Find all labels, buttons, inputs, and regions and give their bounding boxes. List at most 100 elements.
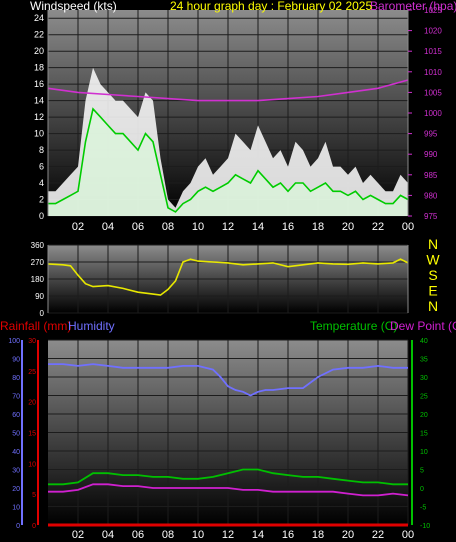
direction-ticks: 0 90 180 270 360 [31, 241, 45, 318]
wind-left-tick-label: 2 [39, 195, 44, 205]
climate-x-tick-label: 20 [342, 529, 354, 541]
barometer-tick-label: 1020 [424, 27, 442, 36]
climate-x-tick-label: 08 [162, 529, 174, 541]
barometer-tick-label: 980 [424, 191, 438, 200]
rainfall-label: Rainfall (mm) [0, 319, 71, 333]
humidity-tick-label: 0 [16, 523, 20, 530]
climate-x-tick-label: 02 [72, 529, 84, 541]
temperature-ticks: -10 -5 0 5 10 15 20 25 30 35 40 [420, 338, 430, 530]
temperature-tick-label: -10 [420, 523, 430, 530]
compass-label: E [428, 283, 437, 299]
humidity-tick-label: 40 [12, 449, 20, 456]
wind-left-tick-label: 4 [39, 178, 44, 188]
wind-left-tick-label: 16 [34, 79, 44, 89]
temperature-tick-label: 35 [420, 357, 428, 364]
compass-label: S [428, 267, 437, 283]
temperature-label: Temperature (C) [310, 319, 397, 333]
climate-x-tick-label: 12 [222, 529, 234, 541]
barometer-axis-label: Barometer (hpa) [370, 0, 456, 13]
climate-x-tick-label: 06 [132, 529, 144, 541]
wind-left-ticks: 024681012141618202224 [34, 13, 44, 221]
climate-x-tick-label: 18 [312, 529, 324, 541]
climate-x-tick-label: 16 [282, 529, 294, 541]
wind-right-ticks: 975980985990995100010051010101510201025 [408, 6, 442, 221]
climate-panel: 0102030405060708090100 051015202530 -10-… [0, 319, 456, 541]
wind-x-tick-label: 12 [222, 221, 234, 233]
wind-x-tick-label: 18 [312, 221, 324, 233]
rainfall-tick-label: 0 [32, 523, 36, 530]
barometer-tick-label: 975 [424, 212, 438, 221]
direction-tick-label: 90 [35, 292, 44, 301]
compass-label: W [426, 252, 440, 268]
humidity-tick-label: 50 [12, 431, 20, 438]
dewpoint-label: Dew Point (C) [390, 319, 456, 333]
weather-graph: 024681012141618202224 975980985990995100… [0, 0, 456, 541]
rainfall-tick-label: 20 [28, 400, 36, 407]
wind-x-ticks: 02 04 06 08 10 12 14 16 18 20 22 00 [72, 221, 414, 233]
wind-left-tick-label: 18 [34, 63, 44, 73]
humidity-tick-label: 80 [12, 375, 20, 382]
wind-left-tick-label: 8 [39, 145, 44, 155]
humidity-ticks: 0 10 20 30 40 50 60 70 80 90 100 [8, 338, 20, 530]
compass-labels: NWSEN [426, 236, 440, 314]
temperature-tick-label: 5 [420, 468, 424, 475]
rainfall-ticks: 0 5 10 15 20 25 30 [28, 338, 36, 530]
direction-tick-label: 360 [31, 241, 45, 250]
rainfall-tick-label: 15 [28, 431, 36, 438]
wind-left-tick-label: 0 [39, 211, 44, 221]
wind-x-tick-label: 06 [132, 221, 144, 233]
wind-x-tick-label: 10 [192, 221, 204, 233]
temperature-tick-label: -5 [420, 505, 426, 512]
barometer-tick-label: 1015 [424, 47, 442, 56]
climate-x-tick-label: 04 [102, 529, 114, 541]
rainfall-tick-label: 30 [28, 338, 36, 345]
wind-x-tick-label: 14 [252, 221, 264, 233]
rainfall-tick-label: 5 [32, 492, 36, 499]
humidity-tick-label: 70 [12, 394, 20, 401]
wind-panel: 024681012141618202224 975980985990995100… [30, 0, 456, 233]
barometer-tick-label: 985 [424, 171, 438, 180]
barometer-tick-label: 1000 [424, 109, 442, 118]
rainfall-tick-label: 10 [28, 461, 36, 468]
climate-x-tick-label: 22 [372, 529, 384, 541]
wind-x-tick-label: 08 [162, 221, 174, 233]
temperature-tick-label: 0 [420, 486, 424, 493]
temperature-tick-label: 30 [420, 375, 428, 382]
compass-label: N [428, 298, 438, 314]
direction-panel: 090180270360 NWSEN [31, 236, 441, 318]
temperature-tick-label: 40 [420, 338, 428, 345]
humidity-tick-label: 100 [8, 338, 20, 345]
barometer-tick-label: 995 [424, 130, 438, 139]
wind-left-tick-label: 20 [34, 46, 44, 56]
compass-label: N [428, 236, 438, 252]
barometer-tick-label: 1005 [424, 88, 442, 97]
climate-x-tick-label: 00 [402, 529, 414, 541]
humidity-tick-label: 90 [12, 357, 20, 364]
wind-left-tick-label: 22 [34, 30, 44, 40]
direction-tick-label: 270 [31, 258, 45, 267]
wind-x-tick-label: 22 [372, 221, 384, 233]
direction-tick-label: 180 [31, 275, 45, 284]
wind-x-tick-label: 00 [402, 221, 414, 233]
humidity-tick-label: 60 [12, 412, 20, 419]
climate-x-ticks: 02 04 06 08 10 12 14 16 18 20 22 00 [72, 529, 414, 541]
barometer-tick-label: 1010 [424, 68, 442, 77]
direction-tick-label: 0 [40, 309, 45, 318]
temperature-tick-label: 20 [420, 412, 428, 419]
wind-left-tick-label: 10 [34, 129, 44, 139]
climate-x-tick-label: 14 [252, 529, 264, 541]
wind-left-tick-label: 12 [34, 112, 44, 122]
chart-title: 24 hour graph day : February 02 2025 [170, 0, 372, 13]
wind-left-tick-label: 14 [34, 96, 44, 106]
wind-left-tick-label: 6 [39, 162, 44, 172]
climate-x-tick-label: 10 [192, 529, 204, 541]
humidity-tick-label: 10 [12, 505, 20, 512]
wind-x-tick-label: 02 [72, 221, 84, 233]
rainfall-tick-label: 25 [28, 369, 36, 376]
humidity-tick-label: 20 [12, 486, 20, 493]
wind-x-tick-label: 20 [342, 221, 354, 233]
wind-x-tick-label: 16 [282, 221, 294, 233]
temperature-tick-label: 15 [420, 431, 428, 438]
temperature-tick-label: 25 [420, 394, 428, 401]
wind-x-tick-label: 04 [102, 221, 114, 233]
